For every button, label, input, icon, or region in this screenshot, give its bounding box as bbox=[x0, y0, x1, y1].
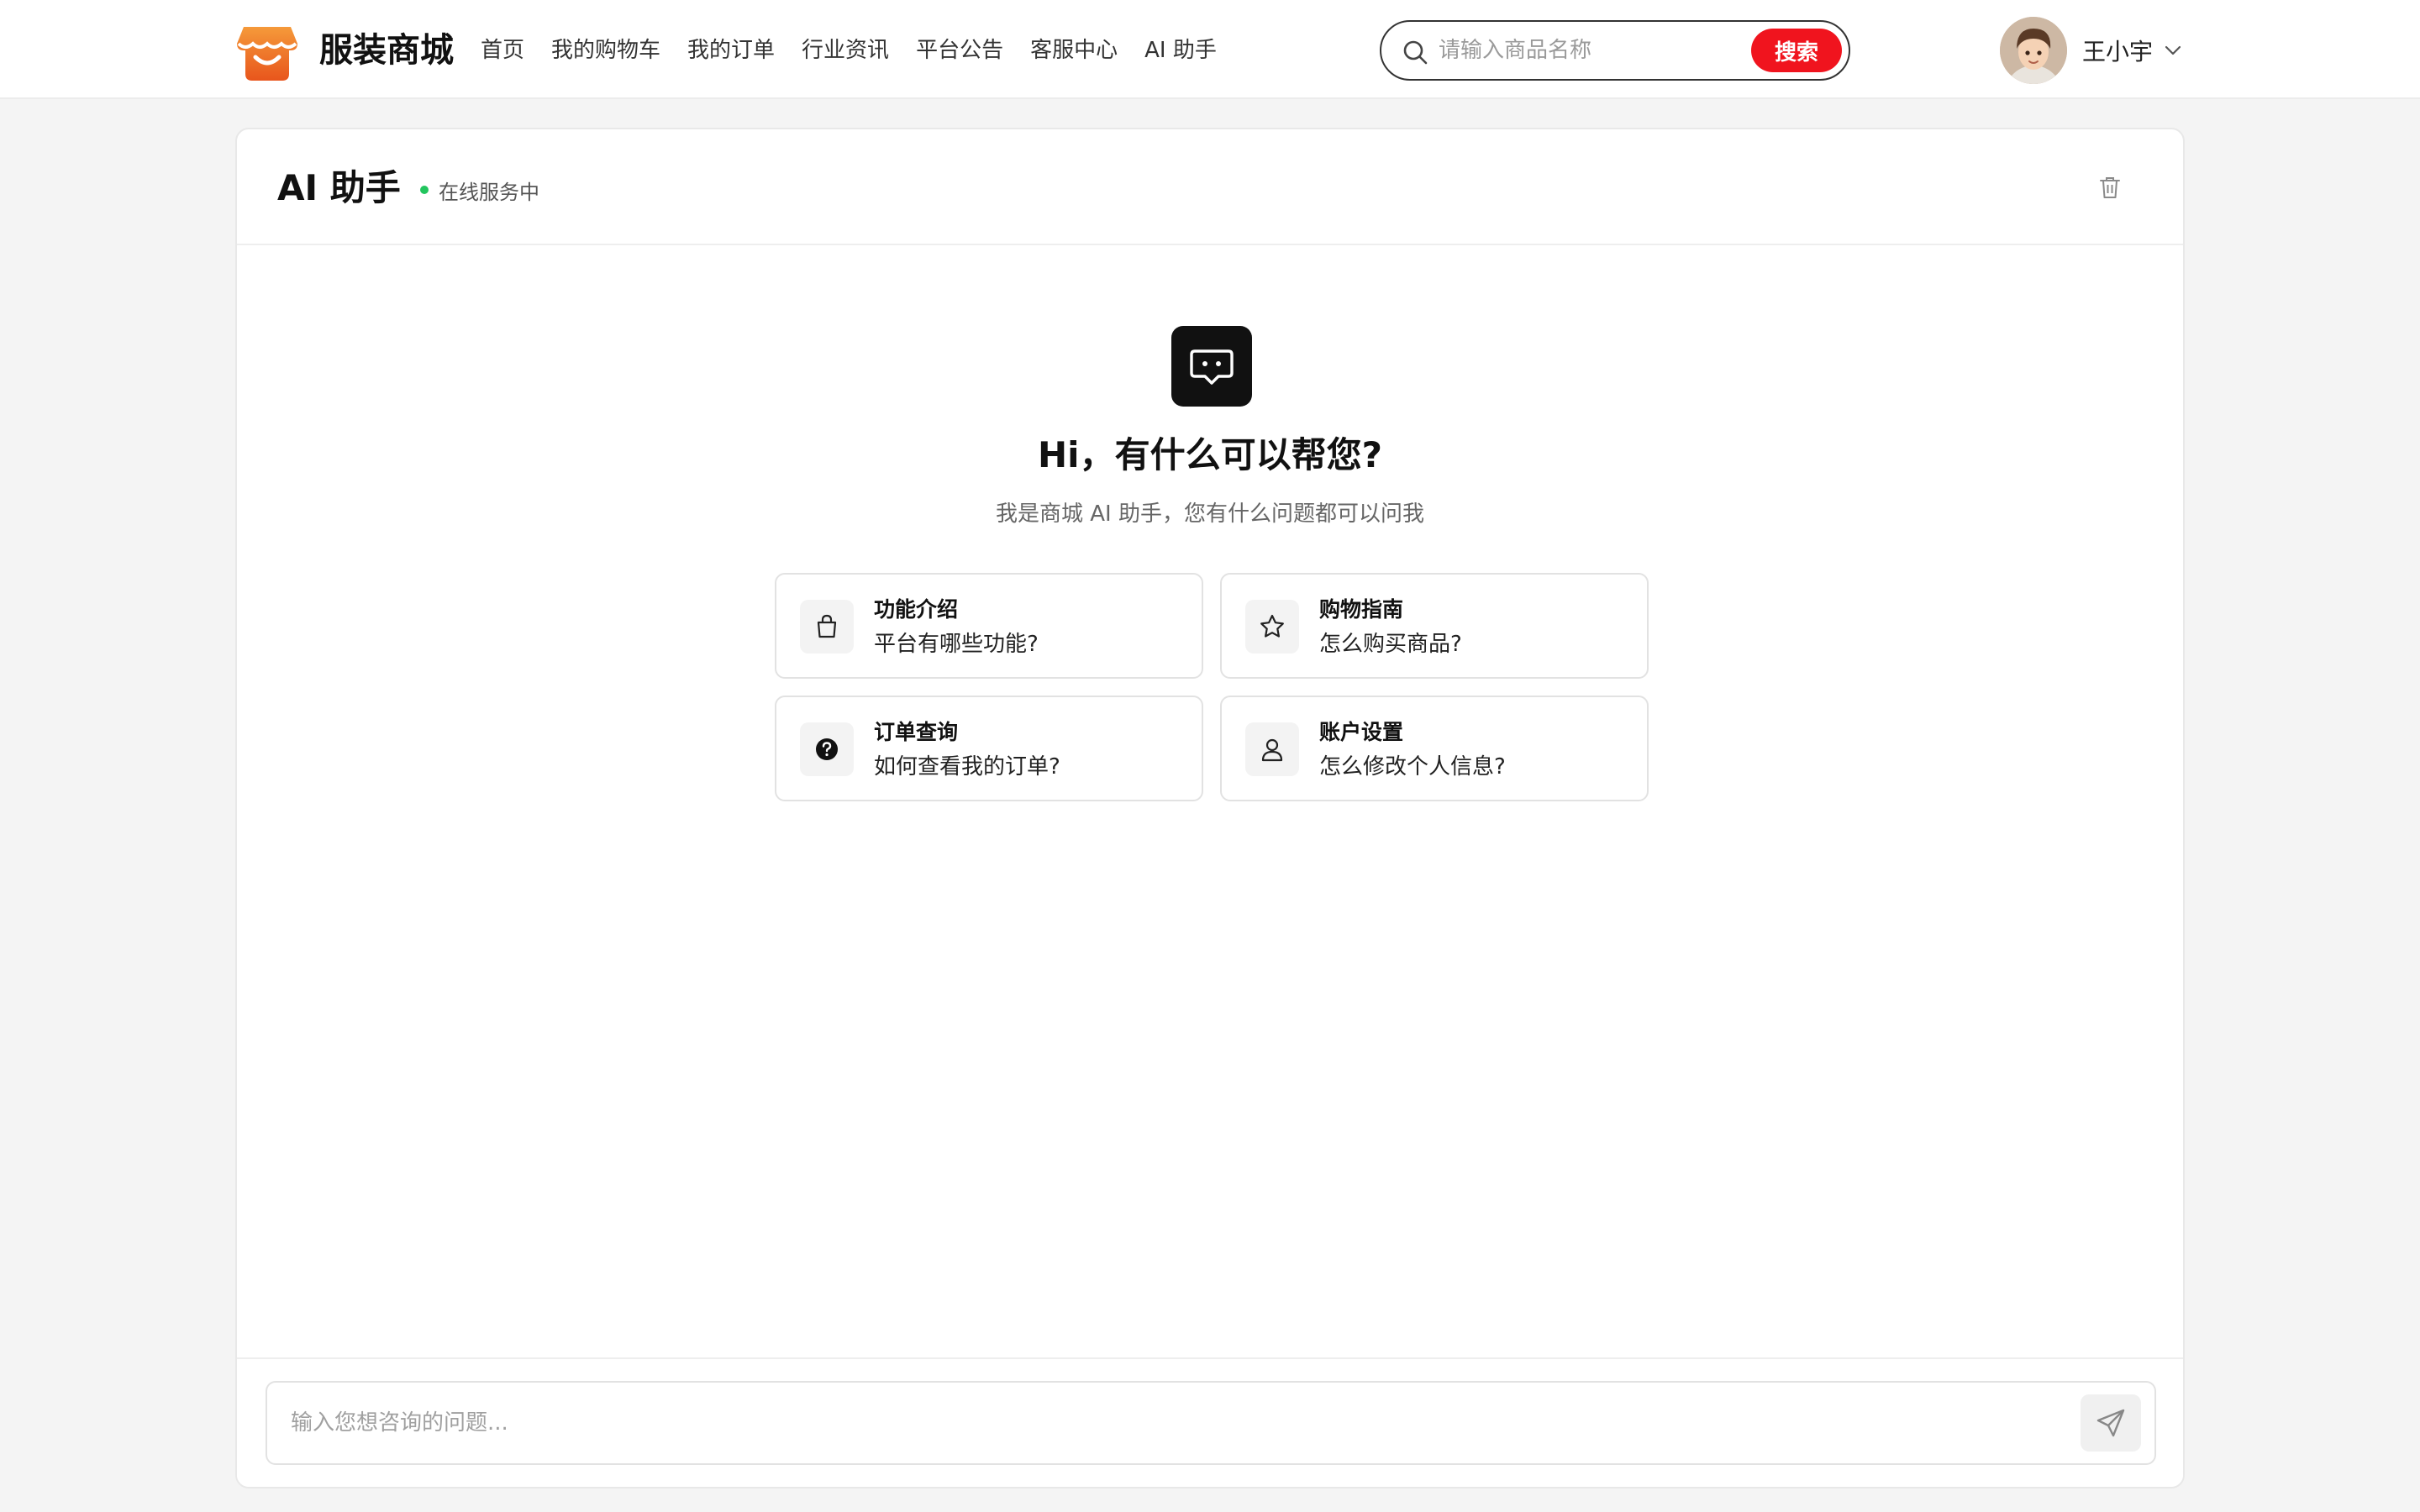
ai-assistant-panel: AI 助手 在线服务中 Hi，有什么可以帮您? 我是商城 AI 助手，您有什么问… bbox=[235, 128, 2185, 1488]
chat-header: AI 助手 在线服务中 bbox=[237, 129, 2183, 245]
message-input[interactable] bbox=[291, 1401, 2013, 1445]
page-title: AI 助手 bbox=[277, 167, 401, 208]
send-button[interactable] bbox=[2081, 1394, 2141, 1452]
suggestion-question: 如何查看我的订单? bbox=[874, 754, 1060, 780]
suggestion-title: 订单查询 bbox=[874, 720, 959, 744]
search-button[interactable]: 搜索 bbox=[1751, 29, 1842, 72]
chevron-down-icon bbox=[2165, 45, 2181, 55]
search-box: 搜索 bbox=[1380, 20, 1850, 81]
chat-bot-icon bbox=[1171, 326, 1252, 407]
brand-name[interactable]: 服装商城 bbox=[319, 25, 454, 76]
suggestion-card-shopping-guide[interactable]: 购物指南 怎么购买商品? bbox=[1220, 573, 1649, 679]
nav-item-ai-assistant[interactable]: AI 助手 bbox=[1144, 30, 1217, 71]
message-composer bbox=[266, 1381, 2156, 1465]
suggestion-question: 怎么购买商品? bbox=[1319, 632, 1462, 657]
clear-chat-trash-icon[interactable] bbox=[2096, 173, 2124, 202]
nav-item-orders[interactable]: 我的订单 bbox=[687, 30, 775, 71]
welcome-subtitle: 我是商城 AI 助手，您有什么问题都可以问我 bbox=[996, 501, 1424, 527]
nav-item-customer-service[interactable]: 客服中心 bbox=[1030, 30, 1118, 71]
suggestion-title: 购物指南 bbox=[1319, 597, 1404, 622]
main-nav: 首页 我的购物车 我的订单 行业资讯 平台公告 客服中心 AI 助手 bbox=[481, 30, 1217, 71]
top-navigation-bar: 服装商城 首页 我的购物车 我的订单 行业资讯 平台公告 客服中心 AI 助手 … bbox=[0, 0, 2420, 99]
suggestion-title: 功能介绍 bbox=[874, 597, 959, 622]
question-icon bbox=[800, 722, 854, 776]
shop-logo-icon[interactable] bbox=[235, 18, 299, 82]
status-dot bbox=[420, 186, 429, 194]
user-name: 王小宇 bbox=[2082, 38, 2154, 66]
suggestion-card-account-settings[interactable]: 账户设置 怎么修改个人信息? bbox=[1220, 696, 1649, 801]
suggestion-question: 平台有哪些功能? bbox=[874, 632, 1039, 657]
nav-item-announcements[interactable]: 平台公告 bbox=[916, 30, 1003, 71]
welcome-title: Hi，有什么可以帮您? bbox=[1038, 434, 1382, 475]
status-text: 在线服务中 bbox=[439, 180, 539, 204]
shopping-bag-icon bbox=[800, 600, 854, 654]
nav-item-cart[interactable]: 我的购物车 bbox=[551, 30, 660, 71]
suggestion-title: 账户设置 bbox=[1319, 720, 1404, 744]
status-badge: 在线服务中 bbox=[420, 175, 539, 205]
send-icon bbox=[2096, 1409, 2125, 1437]
user-icon bbox=[1245, 722, 1299, 776]
suggestion-card-features[interactable]: 功能介绍 平台有哪些功能? bbox=[775, 573, 1203, 679]
nav-item-news[interactable]: 行业资讯 bbox=[802, 30, 889, 71]
avatar[interactable] bbox=[2000, 17, 2067, 84]
user-menu[interactable]: 王小宇 bbox=[2000, 17, 2183, 84]
search-icon bbox=[1403, 40, 1428, 65]
suggestion-card-order-query[interactable]: 订单查询 如何查看我的订单? bbox=[775, 696, 1203, 801]
nav-item-home[interactable]: 首页 bbox=[481, 30, 524, 71]
suggestion-question: 怎么修改个人信息? bbox=[1319, 754, 1506, 780]
star-icon bbox=[1245, 600, 1299, 654]
search-input[interactable] bbox=[1439, 29, 1724, 72]
composer-area bbox=[237, 1357, 2183, 1487]
